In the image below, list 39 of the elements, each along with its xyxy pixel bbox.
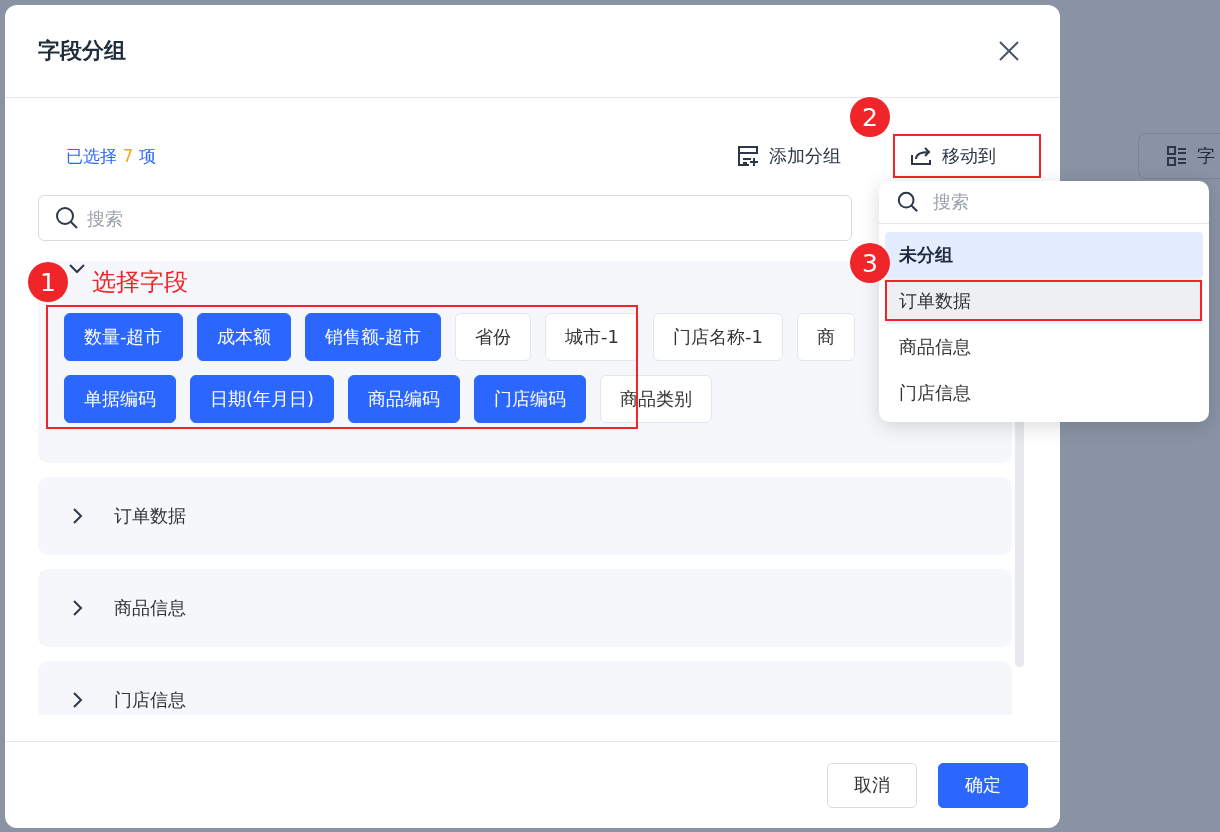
field-chip[interactable]: 门店编码: [474, 375, 587, 423]
share-icon: [910, 146, 932, 166]
step-badge: 2: [850, 97, 890, 137]
search-icon: [897, 191, 919, 213]
move-to-button[interactable]: 移动到: [893, 134, 1041, 178]
field-chip[interactable]: 商品编码: [348, 375, 461, 423]
field-chip[interactable]: 商: [796, 313, 855, 361]
chevron-down-icon[interactable]: [68, 263, 86, 275]
chevron-right-icon[interactable]: [72, 691, 84, 709]
field-chip[interactable]: 销售额-超市: [304, 313, 441, 361]
field-chip[interactable]: 成本额: [196, 313, 291, 361]
cancel-button[interactable]: 取消: [827, 762, 917, 808]
step-badge: 1: [28, 262, 68, 302]
add-group-icon: [737, 145, 759, 167]
search-field[interactable]: 搜索: [38, 195, 852, 241]
menu-item[interactable]: 订单数据: [885, 278, 1203, 324]
field-button[interactable]: 字: [1138, 133, 1220, 179]
chevron-right-icon[interactable]: [72, 507, 84, 525]
list-icon: [1167, 146, 1187, 166]
menu-item[interactable]: 门店信息: [885, 370, 1203, 416]
field-chip[interactable]: 数量-超市: [64, 313, 183, 361]
group-name: 订单数据: [114, 504, 186, 528]
field-chip[interactable]: 日期(年月日): [190, 375, 335, 423]
dialog-title: 字段分组: [38, 37, 126, 65]
chevron-right-icon[interactable]: [72, 599, 84, 617]
field-chip[interactable]: 商品类别: [600, 375, 713, 423]
selection-count: 已选择 7 项: [66, 144, 156, 168]
field-chip[interactable]: 城市-1: [545, 313, 639, 361]
menu-item[interactable]: 未分组: [885, 232, 1203, 278]
search-field[interactable]: 搜索: [927, 181, 1213, 221]
group-name: 商品信息: [114, 596, 186, 620]
close-icon[interactable]: [998, 40, 1020, 62]
confirm-button[interactable]: 确定: [938, 762, 1028, 808]
field-chip[interactable]: 省份: [455, 313, 531, 361]
menu-item[interactable]: 商品信息: [885, 324, 1203, 370]
add-group-button[interactable]: 添加分组: [721, 134, 857, 178]
field-chip[interactable]: 单据编码: [64, 375, 176, 423]
group-name: 门店信息: [114, 688, 186, 712]
field-chip[interactable]: 门店名称-1: [652, 313, 783, 361]
